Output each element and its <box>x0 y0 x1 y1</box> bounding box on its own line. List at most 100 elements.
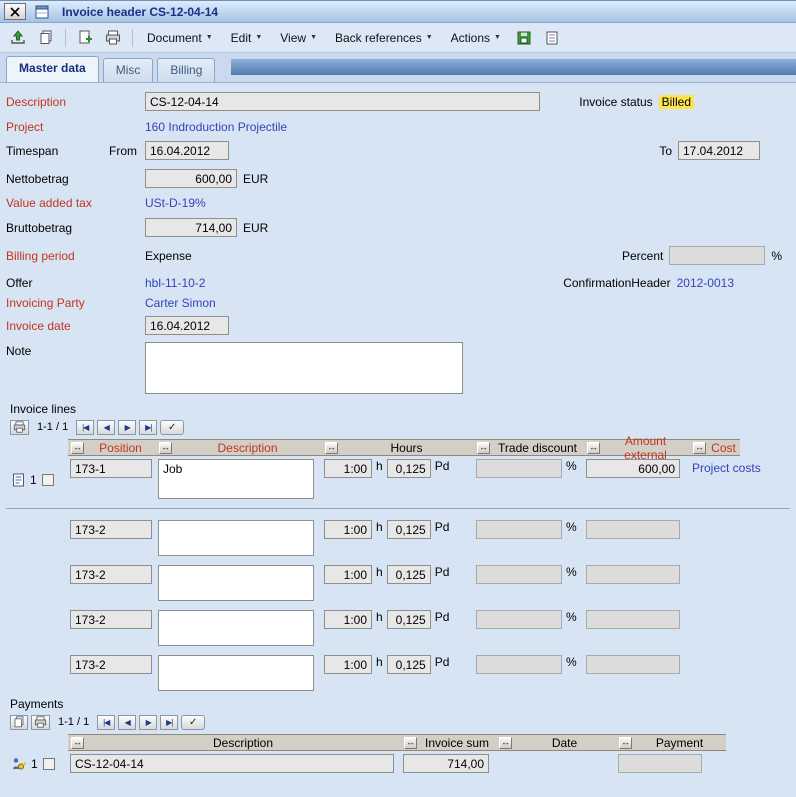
hours-input[interactable] <box>324 459 372 478</box>
row-index: 1 <box>31 757 38 771</box>
new-document-button[interactable] <box>73 27 97 49</box>
factor-input[interactable] <box>387 459 431 478</box>
row-checkbox[interactable] <box>43 758 55 770</box>
payments-prev-page-button[interactable]: ◀ <box>118 715 136 730</box>
print-payments-button[interactable] <box>31 715 50 730</box>
line-description-textarea[interactable] <box>158 520 314 556</box>
line-description-textarea[interactable] <box>158 655 314 691</box>
description-cell <box>156 562 322 601</box>
invoice-date-input[interactable] <box>145 316 229 335</box>
tab-billing[interactable]: Billing <box>157 58 215 82</box>
sort-icon[interactable]: ↔ <box>325 442 338 454</box>
factor-input[interactable] <box>387 655 431 674</box>
timespan-row: Timespan From To <box>6 140 790 161</box>
project-label: Project <box>6 120 145 134</box>
close-button[interactable] <box>4 3 26 20</box>
line-description-textarea[interactable] <box>158 565 314 601</box>
menu-actions[interactable]: Actions ▼ <box>444 28 508 48</box>
payment-description-input[interactable] <box>70 754 394 773</box>
print-button[interactable] <box>101 27 125 49</box>
menu-view[interactable]: View ▼ <box>273 28 324 48</box>
chevron-down-icon: ▼ <box>255 34 262 41</box>
factor-unit: Pd <box>435 459 450 473</box>
hours-input[interactable] <box>324 520 372 539</box>
disk-icon <box>517 31 531 45</box>
bruttobetrag-input[interactable] <box>145 218 237 237</box>
factor-input[interactable] <box>387 520 431 539</box>
sort-icon[interactable]: ↔ <box>71 442 84 454</box>
description-input[interactable] <box>145 92 540 111</box>
position-input[interactable] <box>70 520 152 539</box>
sort-icon[interactable]: ↔ <box>159 442 172 454</box>
to-date-input[interactable] <box>678 141 760 160</box>
confirmation-link[interactable]: 2012-0013 <box>677 276 734 290</box>
lines-first-page-button[interactable]: |◀ <box>76 420 94 435</box>
hours-input[interactable] <box>324 565 372 584</box>
export-button[interactable] <box>6 27 30 49</box>
percent-label: Percent <box>622 249 663 263</box>
lines-next-page-button[interactable]: ▶ <box>118 420 136 435</box>
payments-first-page-button[interactable]: |◀ <box>97 715 115 730</box>
tab-strip: Master data Misc Billing <box>0 53 796 83</box>
project-link[interactable]: 160 Indroduction Projectile <box>145 120 287 134</box>
invoice-sum-input[interactable] <box>403 754 489 773</box>
save-button[interactable] <box>512 27 536 49</box>
invoice-date-label: Invoice date <box>6 319 145 333</box>
project-costs-link[interactable]: Project costs <box>692 459 761 475</box>
sort-icon[interactable]: ↔ <box>587 442 600 454</box>
copy-payments-button[interactable] <box>10 715 28 730</box>
factor-input[interactable] <box>387 565 431 584</box>
payments-last-page-button[interactable]: ▶| <box>160 715 178 730</box>
invoice-line-row: 1 Job h Pd % Project costs <box>6 456 790 503</box>
menu-edit[interactable]: Edit ▼ <box>224 28 270 48</box>
trade-discount-cell: % <box>474 456 584 499</box>
sort-icon[interactable]: ↔ <box>71 737 84 749</box>
tab-master-data[interactable]: Master data <box>6 56 99 82</box>
invoicing-party-row: Invoicing Party Carter Simon <box>6 294 790 312</box>
line-description-textarea[interactable]: Job <box>158 459 314 499</box>
sort-icon[interactable]: ↔ <box>499 737 512 749</box>
payment-row: 1 <box>6 751 790 773</box>
copy-button[interactable] <box>34 27 58 49</box>
document-icon <box>546 31 558 45</box>
vat-link[interactable]: USt-D-19% <box>145 196 206 210</box>
invoicing-party-link[interactable]: Carter Simon <box>145 296 216 310</box>
hours-input[interactable] <box>324 655 372 674</box>
tab-misc[interactable]: Misc <box>103 58 154 82</box>
print-lines-button[interactable] <box>10 420 29 435</box>
toolbar-separator <box>132 29 133 47</box>
position-input[interactable] <box>70 459 152 478</box>
column-header-payment: ↔ Payment <box>616 734 726 751</box>
sort-icon[interactable]: ↔ <box>404 737 417 749</box>
sort-icon[interactable]: ↔ <box>477 442 490 454</box>
amount-external-input[interactable] <box>586 459 680 478</box>
sort-icon[interactable]: ↔ <box>619 737 632 749</box>
payments-next-page-button[interactable]: ▶ <box>139 715 157 730</box>
sort-icon[interactable]: ↔ <box>693 442 706 454</box>
payments-apply-button[interactable]: ✓ <box>181 715 205 730</box>
trade-discount-cell: % <box>474 607 584 646</box>
row-checkbox[interactable] <box>42 474 54 486</box>
window-icon <box>32 3 52 20</box>
document-button[interactable] <box>540 27 564 49</box>
menu-back-references[interactable]: Back references ▼ <box>328 28 440 48</box>
confirmation-group: ConfirmationHeader 2012-0013 <box>563 274 734 292</box>
percent-group: Percent % <box>622 245 782 266</box>
lines-last-page-button[interactable]: ▶| <box>139 420 157 435</box>
from-date-input[interactable] <box>145 141 229 160</box>
position-input[interactable] <box>70 565 152 584</box>
nettobetrag-input[interactable] <box>145 169 237 188</box>
position-input[interactable] <box>70 655 152 674</box>
billing-period-label: Billing period <box>6 249 145 263</box>
hours-input[interactable] <box>324 610 372 629</box>
row-leader <box>6 652 68 691</box>
position-input[interactable] <box>70 610 152 629</box>
note-textarea[interactable] <box>145 342 463 394</box>
row-leader: 1 <box>6 456 68 499</box>
lines-prev-page-button[interactable]: ◀ <box>97 420 115 435</box>
menu-document[interactable]: Document ▼ <box>140 28 220 48</box>
offer-link[interactable]: hbl-11-10-2 <box>145 276 205 290</box>
line-description-textarea[interactable] <box>158 610 314 646</box>
lines-apply-button[interactable]: ✓ <box>160 420 184 435</box>
factor-input[interactable] <box>387 610 431 629</box>
